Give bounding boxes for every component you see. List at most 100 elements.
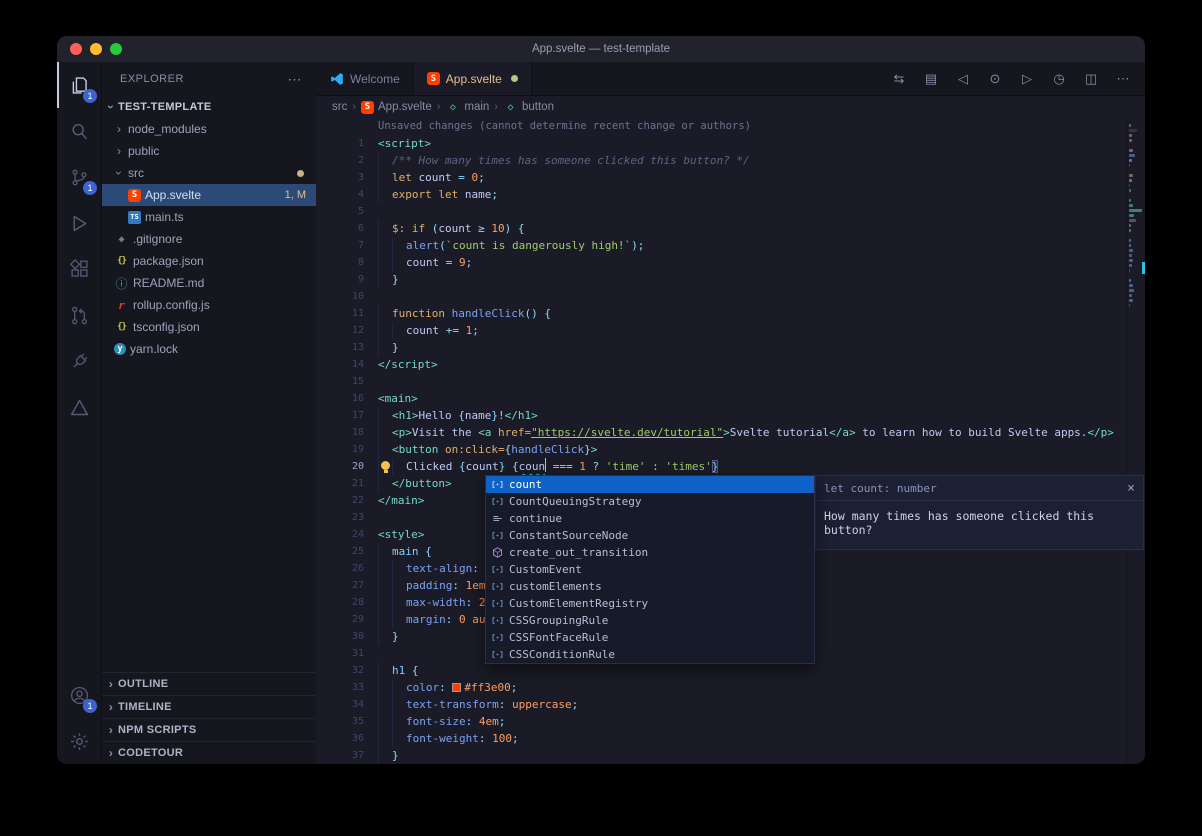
code-line-18[interactable]: 18<p>Visit the <a href="https://svelte.d… (316, 424, 1145, 441)
titlebar[interactable]: App.svelte — test-template (57, 36, 1145, 62)
tree-item-yarn-lock[interactable]: yyarn.lock (102, 338, 316, 360)
code-line-16[interactable]: 16<main> (316, 390, 1145, 407)
code-token: Clicked (406, 460, 459, 473)
code-line-1[interactable]: 1<script> (316, 135, 1145, 152)
tree-item-gitignore[interactable]: ◆.gitignore (102, 228, 316, 250)
code-line-8[interactable]: 8count = 9; (316, 254, 1145, 271)
suggestion-create-out-transition[interactable]: create_out_transition (486, 544, 814, 561)
breadcrumb-button[interactable]: ◇button (503, 100, 554, 115)
sidebar-section-npm-scripts[interactable]: ›NPM SCRIPTS (102, 718, 316, 741)
suggestion-constantsourcenode[interactable]: ConstantSourceNode (486, 527, 814, 544)
code-line-20[interactable]: 20Clicked {count} {coun === 1 ? 'time' :… (316, 458, 1145, 475)
activity-remote[interactable] (57, 338, 101, 384)
breadcrumb-src[interactable]: src (332, 101, 347, 113)
tab-welcome[interactable]: Welcome (316, 62, 414, 95)
tree-item-node-modules[interactable]: ›node_modules (102, 118, 316, 140)
code-line-14[interactable]: 14</script> (316, 356, 1145, 373)
close-window-button[interactable] (70, 43, 82, 55)
action-navigate-forward[interactable]: ▷ (1013, 66, 1041, 92)
editor-code-area[interactable]: Unsaved changes (cannot determine recent… (316, 118, 1145, 764)
suggestion-countqueuingstrategy[interactable]: CountQueuingStrategy (486, 493, 814, 510)
sidebar-section-timeline[interactable]: ›TIMELINE (102, 695, 316, 718)
activity-source-control[interactable]: 1 (57, 154, 101, 200)
tab-bar: WelcomeSApp.svelte ⇆▤◁⊙▷◷◫⋯ (316, 62, 1145, 96)
tree-item-label: package.json (133, 254, 204, 268)
activity-search[interactable] (57, 108, 101, 154)
sidebar-section-outline[interactable]: ›OUTLINE (102, 672, 316, 695)
code-line-15[interactable]: 15 (316, 373, 1145, 390)
suggestion-continue[interactable]: continue (486, 510, 814, 527)
code-line-11[interactable]: 11function handleClick() { (316, 305, 1145, 322)
code-line-13[interactable]: 13} (316, 339, 1145, 356)
line-number: 22 (316, 492, 378, 509)
zoom-window-button[interactable] (110, 43, 122, 55)
code-line-10[interactable]: 10 (316, 288, 1145, 305)
activity-extensions[interactable] (57, 246, 101, 292)
minimize-window-button[interactable] (90, 43, 102, 55)
suggestion-cssfontfacerule[interactable]: CSSFontFaceRule (486, 629, 814, 646)
activity-codetour[interactable] (57, 384, 101, 430)
action-timeline[interactable]: ◷ (1045, 66, 1073, 92)
code-token: += (446, 324, 466, 337)
lightbulb-icon[interactable] (381, 461, 390, 470)
tree-item-rollup-config-js[interactable]: rrollup.config.js (102, 294, 316, 316)
code-line-9[interactable]: 9} (316, 271, 1145, 288)
suggestion-label: CustomEvent (509, 563, 582, 576)
suggestion-cssgroupingrule[interactable]: CSSGroupingRule (486, 612, 814, 629)
code-line-12[interactable]: 12count += 1; (316, 322, 1145, 339)
suggestion-customevent[interactable]: CustomEvent (486, 561, 814, 578)
suggestion-label: CustomElementRegistry (509, 597, 648, 610)
code-line-content: let count = 0; (378, 169, 1145, 186)
tree-item-main-ts[interactable]: TSmain.ts (102, 206, 316, 228)
code-line-34[interactable]: 34text-transform: uppercase; (316, 696, 1145, 713)
suggestion-label: CSSConditionRule (509, 648, 615, 661)
close-icon[interactable]: × (1127, 482, 1135, 495)
suggestion-customelements[interactable]: customElements (486, 578, 814, 595)
code-line-6[interactable]: 6$: if (count ≥ 10) { (316, 220, 1145, 237)
code-line-35[interactable]: 35font-size: 4em; (316, 713, 1145, 730)
activity-github-pr[interactable] (57, 292, 101, 338)
code-line-3[interactable]: 3let count = 0; (316, 169, 1145, 186)
code-line-32[interactable]: 32h1 { (316, 662, 1145, 679)
action-split-editor[interactable]: ◫ (1077, 66, 1105, 92)
code-line-content: } (378, 271, 1145, 288)
code-line-17[interactable]: 17<h1>Hello {name}!</h1> (316, 407, 1145, 424)
tab-app-svelte[interactable]: SApp.svelte (414, 62, 532, 95)
project-root-header[interactable]: › TEST-TEMPLATE (102, 96, 316, 118)
code-line-37[interactable]: 37} (316, 747, 1145, 764)
action-more-actions[interactable]: ⋯ (1109, 66, 1137, 92)
tree-item-tsconfig-json[interactable]: {}tsconfig.json (102, 316, 316, 338)
tree-item-public[interactable]: ›public (102, 140, 316, 162)
suggestion-cssconditionrule[interactable]: CSSConditionRule (486, 646, 814, 663)
suggestion-count[interactable]: count (486, 476, 814, 493)
code-line-7[interactable]: 7alert(`count is dangerously high!`); (316, 237, 1145, 254)
file-tree: ›node_modules›public›srcSApp.svelte1, MT… (102, 118, 316, 672)
minimap[interactable] (1126, 118, 1145, 764)
breadcrumb-app-svelte[interactable]: SApp.svelte (361, 101, 432, 114)
views-more-actions-button[interactable]: ⋯ (288, 71, 303, 88)
code-line-36[interactable]: 36font-weight: 100; (316, 730, 1145, 747)
activity-run-debug[interactable] (57, 200, 101, 246)
tree-item-src[interactable]: ›src (102, 162, 316, 184)
sidebar-section-codetour[interactable]: ›CODETOUR (102, 741, 316, 764)
minimap-line (1129, 249, 1133, 252)
code-line-4[interactable]: 4export let name; (316, 186, 1145, 203)
action-compare-changes[interactable]: ⇆ (885, 66, 913, 92)
action-navigate-back[interactable]: ◁ (949, 66, 977, 92)
code-line-33[interactable]: 33color: #ff3e00; (316, 679, 1145, 696)
activity-explorer[interactable]: 1 (57, 62, 101, 108)
suggestion-customelementregistry[interactable]: CustomElementRegistry (486, 595, 814, 612)
tree-item-package-json[interactable]: {}package.json (102, 250, 316, 272)
breadcrumb-main[interactable]: ◇main (445, 100, 489, 115)
code-line-19[interactable]: 19<button on:click={handleClick}> (316, 441, 1145, 458)
tree-item-app-svelte[interactable]: SApp.svelte1, M (102, 184, 316, 206)
tree-item-readme-md[interactable]: ⓘREADME.md (102, 272, 316, 294)
code-line-5[interactable]: 5 (316, 203, 1145, 220)
activity-accounts[interactable]: 1 (57, 672, 101, 718)
action-run[interactable]: ⊙ (981, 66, 1009, 92)
line-number: 8 (316, 254, 378, 271)
code-line-2[interactable]: 2/** How many times has someone clicked … (316, 152, 1145, 169)
activity-settings[interactable] (57, 718, 101, 764)
action-open-preview[interactable]: ▤ (917, 66, 945, 92)
indent-guide (378, 169, 392, 186)
